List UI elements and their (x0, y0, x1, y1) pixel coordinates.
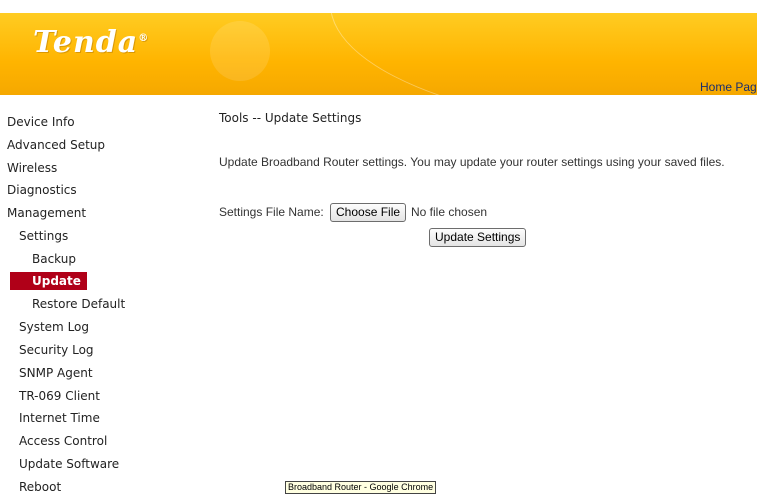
sidebar-item-restore-default[interactable]: Restore Default (32, 295, 125, 313)
sidebar-item-update[interactable]: Update (10, 272, 87, 290)
tenda-logo: Tenda® (33, 25, 149, 60)
logo-registered-mark: ® (138, 33, 150, 44)
sidebar-item-wireless[interactable]: Wireless (7, 159, 57, 177)
sidebar-item-diagnostics[interactable]: Diagnostics (7, 181, 77, 199)
header-banner: Tenda® Home Page (0, 13, 757, 95)
sidebar-item-management[interactable]: Management (7, 204, 86, 222)
header-decoration-circle (210, 21, 270, 81)
logo-text: Tenda (33, 25, 139, 60)
sidebar-item-system-log[interactable]: System Log (19, 318, 89, 336)
settings-file-label: Settings File Name: (219, 205, 324, 219)
sidebar-item-advanced-setup[interactable]: Advanced Setup (7, 136, 105, 154)
sidebar-item-update-software[interactable]: Update Software (19, 455, 119, 473)
choose-file-button[interactable]: Choose File (330, 203, 407, 222)
sidebar-item-device-info[interactable]: Device Info (7, 113, 75, 131)
page-description: Update Broadband Router settings. You ma… (219, 155, 725, 169)
sidebar-item-tr069-client[interactable]: TR-069 Client (19, 387, 100, 405)
header-decoration-arc (330, 13, 757, 95)
sidebar-item-security-log[interactable]: Security Log (19, 341, 94, 359)
sidebar-item-snmp-agent[interactable]: SNMP Agent (19, 364, 93, 382)
sidebar-item-reboot[interactable]: Reboot (19, 478, 61, 496)
sidebar-item-settings[interactable]: Settings (19, 227, 68, 245)
page-title: Tools -- Update Settings (219, 111, 362, 125)
sidebar-item-internet-time[interactable]: Internet Time (19, 409, 100, 427)
home-page-link[interactable]: Home Page (700, 80, 757, 94)
no-file-chosen-text: No file chosen (411, 205, 488, 219)
update-settings-button[interactable]: Update Settings (429, 228, 527, 247)
sidebar-item-backup[interactable]: Backup (32, 250, 76, 268)
sidebar-item-access-control[interactable]: Access Control (19, 432, 107, 450)
window-title-tooltip: Broadband Router - Google Chrome (285, 481, 437, 494)
